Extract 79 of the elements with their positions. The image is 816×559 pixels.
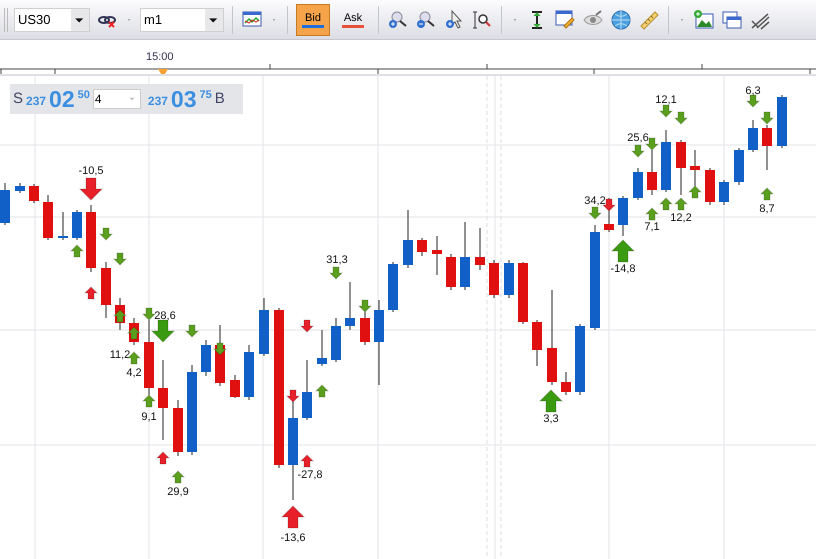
add-image-icon[interactable] <box>693 8 715 30</box>
ruler-icon[interactable] <box>638 8 660 30</box>
candlestick <box>388 262 398 312</box>
candlestick <box>719 180 729 206</box>
timeframe-dropdown[interactable]: m1 <box>140 8 224 32</box>
cursor-zoom-icon[interactable] <box>443 8 465 30</box>
signal-value: 11,2 <box>110 349 130 361</box>
price-type-button[interactable]: Ask <box>336 4 370 36</box>
toolbar-grip[interactable] <box>4 8 8 32</box>
signal-value: 31,3 <box>326 254 348 266</box>
signal-value: 12,1 <box>655 94 677 106</box>
candlestick <box>417 238 427 256</box>
candlestick <box>331 318 341 362</box>
signal-value: 4,2 <box>126 367 142 379</box>
buy-label: B <box>214 88 225 109</box>
globe-icon[interactable] <box>610 8 632 30</box>
signal-value: -27,8 <box>297 469 323 481</box>
candlestick <box>705 168 715 206</box>
candlestick <box>504 260 514 298</box>
candlestick <box>777 94 787 148</box>
candlestick <box>58 212 68 240</box>
candlestick <box>575 324 585 396</box>
candlestick <box>43 194 53 240</box>
candlestick <box>201 340 211 376</box>
candlestick <box>72 210 82 240</box>
signal-value: 34,2 <box>584 195 606 207</box>
zoom-out-icon[interactable] <box>415 8 437 30</box>
candlestick <box>259 298 269 356</box>
candlestick <box>604 198 614 232</box>
candlestick <box>15 182 25 194</box>
candlestick <box>762 124 772 170</box>
signal-value: 29,9 <box>167 486 189 498</box>
signal-value: -13,6 <box>280 532 306 544</box>
candlestick <box>446 254 456 290</box>
candlestick <box>244 344 254 400</box>
candlestick <box>86 204 96 272</box>
candlestick <box>647 150 657 196</box>
candlestick <box>734 148 744 186</box>
candlestick <box>173 400 183 456</box>
signal-value: 8,7 <box>759 203 775 215</box>
candlestick <box>230 374 240 398</box>
signal-value: -10,5 <box>78 165 104 177</box>
candlestick <box>101 262 111 318</box>
candlestick <box>317 330 327 366</box>
candlestick <box>489 260 499 298</box>
sell-label: S <box>13 88 24 109</box>
candlestick <box>403 210 413 268</box>
signal-value: 9,1 <box>141 411 157 423</box>
windows-icon[interactable] <box>721 8 743 30</box>
candlestick <box>518 262 528 324</box>
candlestick <box>676 140 686 196</box>
candlestick <box>561 372 571 396</box>
candlestick <box>345 282 355 330</box>
window-pencil-icon[interactable] <box>554 8 576 30</box>
signal-value: 6,3 <box>745 85 761 97</box>
time-marker-icon <box>158 69 168 74</box>
price-type-button[interactable]: Bid <box>296 4 330 36</box>
signal-value: 12,2 <box>670 212 692 224</box>
signal-value: 25,6 <box>627 132 649 144</box>
time-label: 15:00 <box>146 51 174 63</box>
signal-value: -14,8 <box>610 263 636 275</box>
candlestick <box>633 168 643 200</box>
candlestick <box>432 236 442 276</box>
zoom-in-icon[interactable] <box>387 8 409 30</box>
candlestick <box>748 120 758 152</box>
symbol-dropdown[interactable]: US30 <box>14 8 90 32</box>
signal-value: 3,3 <box>543 413 559 425</box>
candlestick <box>460 222 470 290</box>
candlestick <box>532 320 542 366</box>
candlestick <box>618 196 628 236</box>
vertical-zoom-icon[interactable] <box>471 8 493 30</box>
volume-field[interactable]: 4 <box>92 89 141 109</box>
candlestick <box>661 130 671 192</box>
signal-value: 7,1 <box>644 221 660 233</box>
signal-value: 28,6 <box>154 310 176 322</box>
candlestick <box>0 182 10 226</box>
candlestick <box>302 360 312 420</box>
candlestick <box>29 184 39 204</box>
candlestick <box>475 228 485 270</box>
